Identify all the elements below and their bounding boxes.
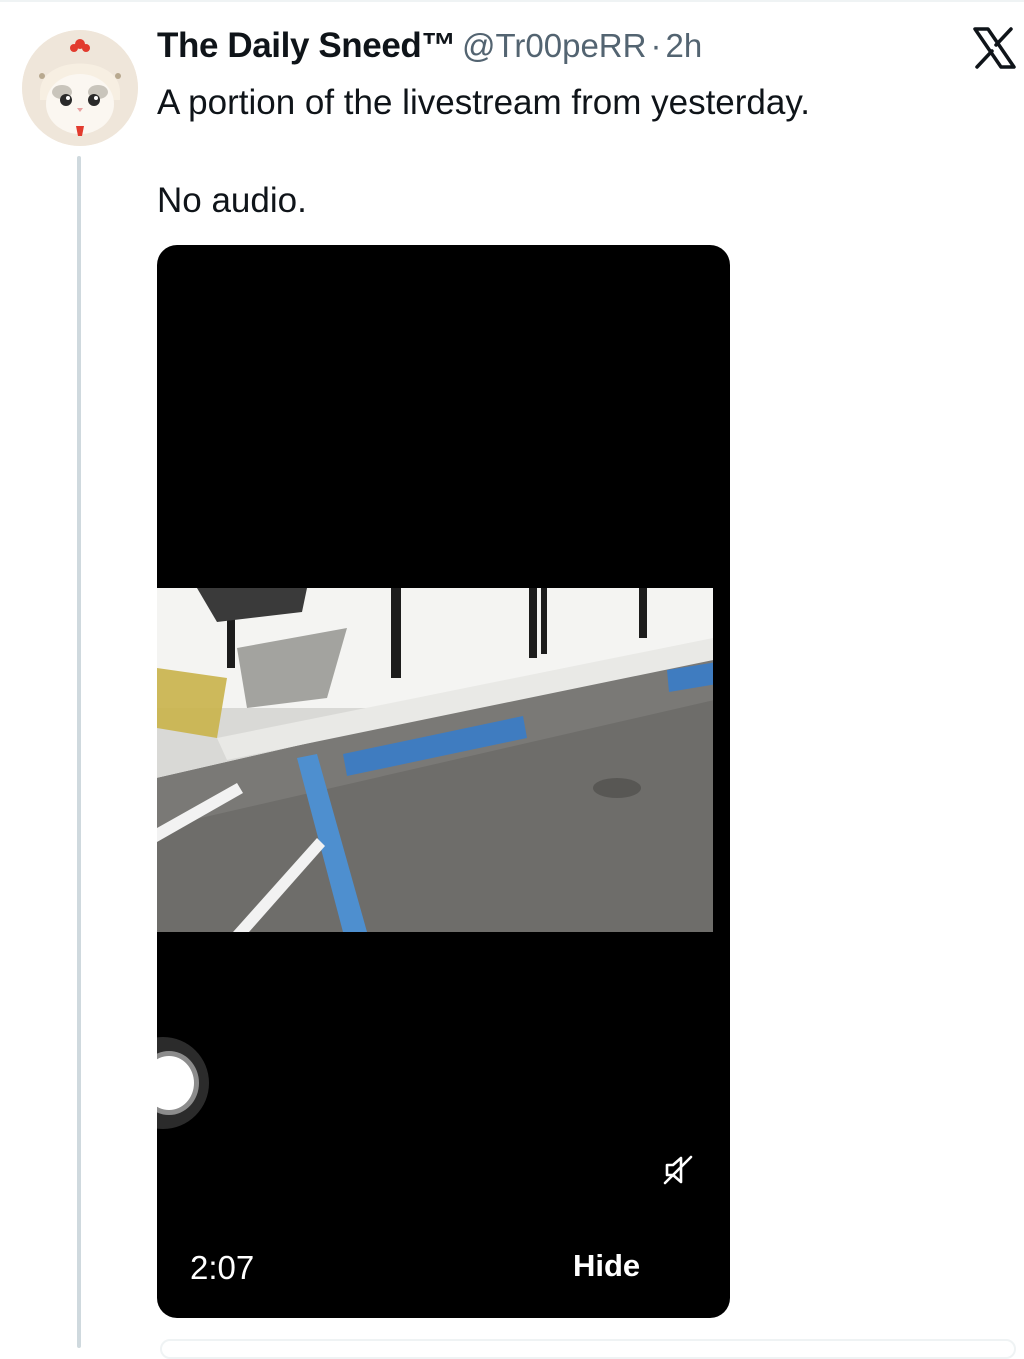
hide-button[interactable]: Hide <box>573 1248 640 1284</box>
thread-line <box>77 156 81 1348</box>
speaker-muted-icon[interactable] <box>661 1153 695 1187</box>
tweet-header: The Daily Sneed™ @Tr00peRR · 2h <box>157 26 702 70</box>
tweet-text-line: A portion of the livestream from yesterd… <box>157 83 810 122</box>
user-handle[interactable]: @Tr00peRR <box>462 27 647 64</box>
record-button[interactable] <box>157 1037 209 1129</box>
parking-lot-video-still <box>157 588 723 932</box>
x-logo-icon[interactable] <box>970 26 1018 70</box>
top-divider <box>0 0 1024 2</box>
tweet-text: A portion of the livestream from yesterd… <box>157 80 997 224</box>
video-duration: 2:07 <box>190 1249 255 1286</box>
separator: · <box>650 27 662 64</box>
timestamp[interactable]: 2h <box>665 27 702 64</box>
video-frame[interactable] <box>157 588 723 932</box>
display-name[interactable]: The Daily Sneed™ <box>157 26 456 65</box>
record-button-icon <box>157 1051 199 1115</box>
cat-avatar-icon <box>22 30 138 146</box>
video-player[interactable]: 2:07 Hide <box>157 245 730 1318</box>
avatar[interactable] <box>22 30 138 146</box>
next-card-edge <box>160 1339 1016 1359</box>
tweet-text-line: No audio. <box>157 181 307 220</box>
